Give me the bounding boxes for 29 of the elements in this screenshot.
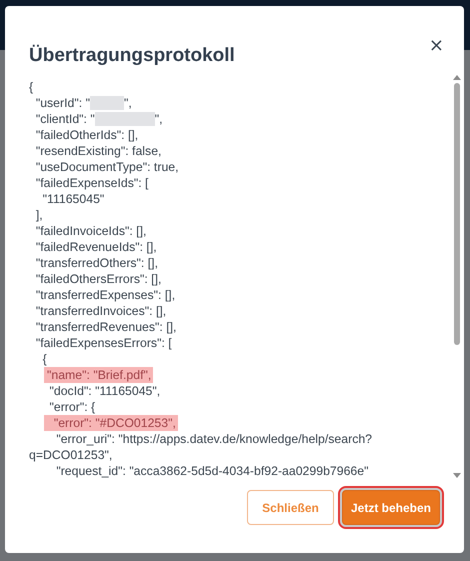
code-line: { [42,351,47,367]
code-line: "request_id": "acca3862-5d5d-4034-bf92-aa0299b7966e" [55,463,368,478]
code-line: "failedOtherIds": [], [34,127,138,143]
code-line: "failedRevenueIds": [], [34,239,157,255]
code-line: "11165045" [42,191,104,207]
code-line: "transferredInvoices": [], [34,303,166,319]
code-line: ", [154,111,163,127]
code-line: "userId": " [34,95,90,111]
code-line: "error_uri": "https://apps.datev.de/knowledge/help/search? [55,431,372,447]
code-line: "transferredRevenues": [], [34,319,176,335]
code-line: "error": { [48,399,96,415]
code-line: { [29,79,34,95]
code-line: q=DCO01253", [29,447,112,463]
code-line: ], [34,207,43,223]
code-line: "transferredOthers": [], [34,255,158,271]
scrollbar[interactable] [453,75,461,478]
code-line: ", [124,95,132,111]
code-line: "failedExpensesErrors": [ [34,335,172,351]
code-line: "resendExisting": false, [34,143,162,159]
code-line: "failedInvoiceIds": [], [34,223,146,239]
code-line: "transferredExpenses": [], [34,287,176,303]
code-line: "clientId": " [34,111,95,127]
close-button[interactable]: Schließen [247,490,334,525]
code-line: "failedExpenseIds": [ [34,175,148,191]
code-line: "docId": "11165045", [48,383,160,399]
dialog-title: Übertragungsprotokoll [29,44,235,68]
close-button[interactable]: × [428,38,444,54]
code-line: "failedOthersErrors": [], [34,271,162,287]
code-line: "useDocumentType": true, [34,159,179,175]
